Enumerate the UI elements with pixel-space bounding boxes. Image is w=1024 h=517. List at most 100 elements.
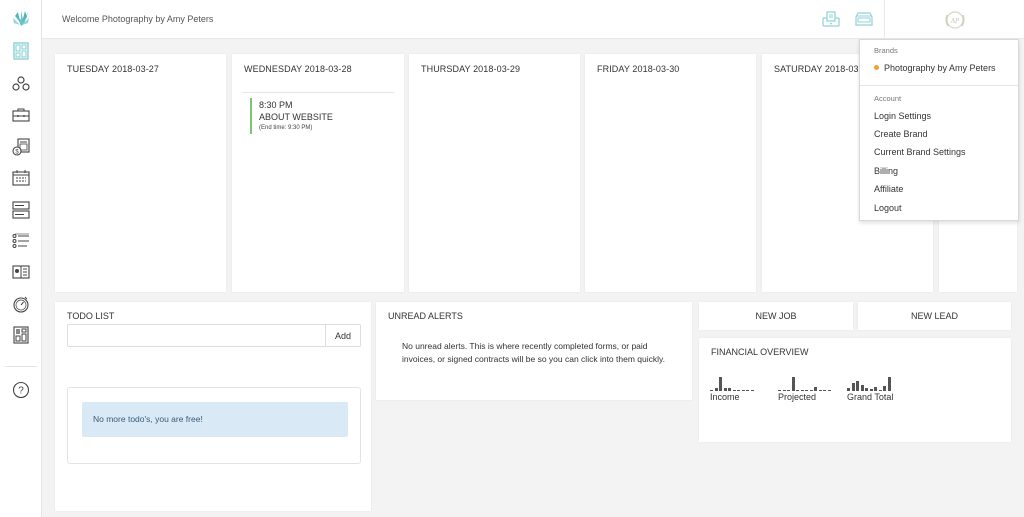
sparkline-bar <box>814 386 817 391</box>
menu-billing[interactable]: Billing <box>874 166 898 176</box>
welcome-message: Welcome Photography by Amy Peters <box>62 14 214 24</box>
menu-affiliate[interactable]: Affiliate <box>874 184 903 194</box>
unread-alerts-card: UNREAD ALERTS No unread alerts. This is … <box>376 302 692 400</box>
task-list-icon[interactable] <box>11 231 31 251</box>
projected-label: Projected <box>778 392 817 402</box>
event-end-time: (End time: 9:30 PM) <box>259 125 313 131</box>
sparkline-bar <box>818 390 822 391</box>
sparkline-bar <box>732 390 736 391</box>
menu-create-brand[interactable]: Create Brand <box>874 129 928 139</box>
alerts-message: No unread alerts. This is where recently… <box>402 341 665 364</box>
sparkline-bar <box>741 390 745 391</box>
sparkline-bar <box>823 390 826 391</box>
sparkline-bar <box>714 388 718 391</box>
dropdown-divider <box>860 85 1018 86</box>
income-label: Income <box>710 392 740 402</box>
new-job-button[interactable]: NEW JOB <box>699 302 853 330</box>
sparkline-bar <box>800 390 804 391</box>
event-time: 8:30 PM <box>259 100 293 110</box>
day-column-thursday: THURSDAY 2018-03-29 <box>409 54 580 292</box>
income-sparkline-group[interactable]: Income <box>710 375 770 402</box>
sidebar-divider <box>5 366 37 367</box>
layout-icon[interactable] <box>11 325 31 345</box>
sparkline-bar <box>865 387 868 391</box>
sparkline-bar <box>847 388 850 391</box>
day-column-tuesday: TUESDAY 2018-03-27 <box>55 54 226 292</box>
sparkline-bar <box>787 390 790 391</box>
lotus-logo[interactable] <box>10 8 32 28</box>
account-dropdown-menu: Brands Photography by Amy Peters Account… <box>859 39 1019 221</box>
todo-list-box: No more todo's, you are free! <box>67 387 361 464</box>
sparkline-bar <box>723 387 727 391</box>
menu-login-settings[interactable]: Login Settings <box>874 111 931 121</box>
add-todo-button[interactable]: Add <box>325 325 360 346</box>
sparkline-bar <box>874 386 877 391</box>
day-divider <box>242 92 394 93</box>
todo-input-group: Add <box>67 324 361 347</box>
invoice-calculator-icon[interactable]: $ <box>11 137 31 157</box>
inbox-print-icon[interactable] <box>822 11 840 27</box>
grand-total-label: Grand Total <box>847 392 894 402</box>
svg-text:AP: AP <box>950 17 960 25</box>
brand-item[interactable]: Photography by Amy Peters <box>874 63 996 73</box>
income-sparkline <box>710 375 762 391</box>
svg-text:?: ? <box>18 386 24 397</box>
day-title: FRIDAY 2018-03-30 <box>597 64 680 74</box>
dashboard-icon[interactable] <box>11 41 31 61</box>
sparkline-bar <box>869 388 873 391</box>
day-title: SATURDAY 2018-03-31 <box>774 64 872 74</box>
projected-sparkline <box>778 375 831 391</box>
sparkline-bar <box>878 390 882 391</box>
help-icon[interactable]: ? <box>11 380 31 400</box>
projected-sparkline-group[interactable]: Projected <box>778 375 838 402</box>
contract-icon[interactable] <box>11 262 31 282</box>
sparkline-bar <box>883 386 886 391</box>
financial-overview-card: FINANCIAL OVERVIEW Income Projected Gran… <box>699 338 1011 442</box>
sparkline-bar <box>887 377 891 391</box>
sparkline-bar <box>860 384 864 391</box>
todo-card: TODO LIST Add No more todo's, you are fr… <box>55 302 371 511</box>
sparkline-bar <box>856 380 859 391</box>
alerts-title: UNREAD ALERTS <box>388 311 463 321</box>
todo-empty-message: No more todo's, you are free! <box>82 402 348 437</box>
sparkline-bar <box>796 390 799 391</box>
sparkline-bar <box>719 377 722 391</box>
grand-total-sparkline-group[interactable]: Grand Total <box>847 375 907 402</box>
calendar-icon[interactable] <box>11 168 31 188</box>
brand-name: Photography by Amy Peters <box>884 63 996 73</box>
sparkline-bar <box>728 387 731 391</box>
event-title: ABOUT WEBSITE <box>259 112 333 122</box>
sparkline-bar <box>805 390 808 391</box>
menu-logout[interactable]: Logout <box>874 203 902 213</box>
sparkline-bar <box>782 390 786 391</box>
todo-title: TODO LIST <box>67 311 115 321</box>
sparkline-bar <box>851 382 855 391</box>
sparkline-bar <box>778 390 781 391</box>
brand-menu-area: AP <box>884 0 1024 39</box>
day-column-friday: FRIDAY 2018-03-30 <box>585 54 756 292</box>
financial-title: FINANCIAL OVERVIEW <box>711 347 809 357</box>
sidebar: $ ? <box>0 0 42 517</box>
account-heading: Account <box>874 94 902 103</box>
sparkline-bar <box>809 390 813 391</box>
todo-input[interactable] <box>68 325 325 346</box>
monogram-ap-logo[interactable]: AP <box>943 9 967 31</box>
menu-current-brand-settings[interactable]: Current Brand Settings <box>874 147 966 157</box>
sparkline-bar <box>746 389 749 391</box>
sparkline-bar <box>710 390 713 391</box>
top-header: Welcome Photography by Amy Peters AP <box>42 0 1024 39</box>
day-title: WEDNESDAY 2018-03-28 <box>244 64 352 74</box>
sparkline-bar <box>737 390 740 391</box>
sparkline-bar <box>827 390 831 391</box>
contacts-icon[interactable] <box>11 73 31 93</box>
calendar-event[interactable]: 8:30 PM ABOUT WEBSITE (End time: 9:30 PM… <box>250 98 370 134</box>
new-lead-button[interactable]: NEW LEAD <box>858 302 1011 330</box>
day-column-wednesday: WEDNESDAY 2018-03-28 8:30 PM ABOUT WEBSI… <box>232 54 404 292</box>
timer-icon[interactable] <box>11 294 31 314</box>
day-title: THURSDAY 2018-03-29 <box>421 64 521 74</box>
forms-icon[interactable] <box>11 200 31 220</box>
tray-icon[interactable] <box>855 11 873 27</box>
day-title: TUESDAY 2018-03-27 <box>67 64 160 74</box>
briefcase-icon[interactable] <box>11 105 31 125</box>
active-brand-dot <box>874 65 879 70</box>
